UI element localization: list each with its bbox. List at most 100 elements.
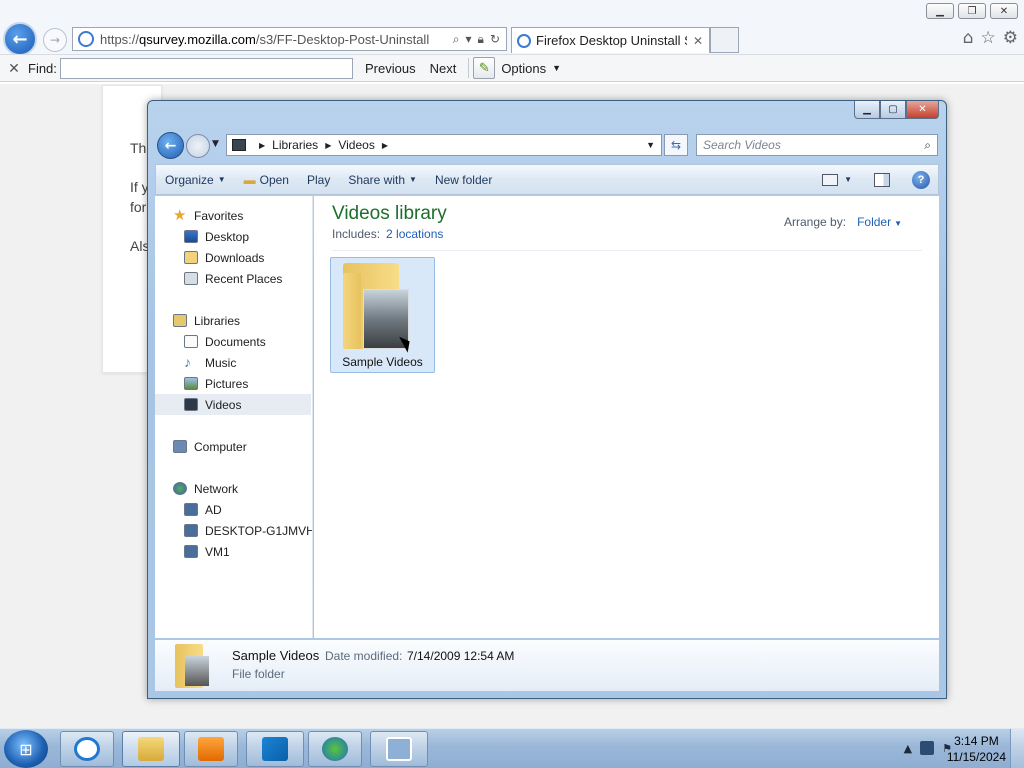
- details-date-label: Date modified:: [325, 649, 403, 663]
- back-button[interactable]: ←: [3, 22, 37, 56]
- explorer-minimize-button[interactable]: ▁: [854, 101, 880, 119]
- refresh-icon[interactable]: ↻: [490, 32, 500, 47]
- search-icon[interactable]: ⌕: [453, 32, 460, 47]
- taskbar-download-manager[interactable]: [308, 731, 362, 767]
- computer-icon: [173, 440, 187, 453]
- taskbar-windows-explorer[interactable]: [122, 731, 180, 767]
- nav-item-favorites[interactable]: ★ Favorites: [173, 205, 243, 226]
- address-bar[interactable]: https://qsurvey.mozilla.com/s3/FF-Deskto…: [72, 27, 507, 51]
- chevron-down-icon[interactable]: ▼: [844, 175, 852, 184]
- details-pane: Sample Videos Date modified: 7/14/2009 1…: [155, 639, 939, 691]
- explorer-forward-button[interactable]: [186, 134, 210, 158]
- recent-pages-icon[interactable]: ▼: [212, 139, 219, 149]
- nav-label: Favorites: [194, 208, 244, 223]
- new-folder-button[interactable]: New folder: [426, 165, 501, 194]
- open-button[interactable]: ▬ Open: [235, 165, 298, 194]
- share-with-button[interactable]: Share with ▼: [339, 165, 426, 194]
- explorer-window-controls: ▁ ▢ ✕: [854, 101, 939, 119]
- start-button[interactable]: ⊞: [4, 730, 48, 768]
- explorer-refresh-button[interactable]: ⇆: [664, 134, 688, 156]
- find-options-button[interactable]: ✎ Options ▼: [473, 57, 561, 79]
- explorer-maximize-button[interactable]: ▢: [880, 101, 906, 119]
- details-type: File folder: [232, 667, 285, 681]
- windows-logo-icon: ⊞: [19, 739, 33, 759]
- share-with-label: Share with: [348, 172, 406, 187]
- arrange-by-dropdown[interactable]: Folder: [857, 215, 891, 229]
- browser-tab[interactable]: Firefox Desktop Uninstall S... ✕: [511, 27, 710, 53]
- browser-window-controls: ▁ ❐ ✕: [926, 3, 1018, 19]
- folder-open-icon: ▬: [243, 172, 256, 187]
- nav-item-music[interactable]: ♪ Music: [184, 352, 236, 373]
- breadcrumb-libraries[interactable]: Libraries: [272, 138, 318, 152]
- nav-label: Downloads: [205, 250, 265, 265]
- close-button[interactable]: ✕: [990, 3, 1018, 19]
- breadcrumb-videos[interactable]: Videos: [338, 138, 374, 152]
- change-view-icon[interactable]: [822, 173, 839, 186]
- restore-button[interactable]: ❐: [958, 3, 986, 19]
- taskbar-control-panel[interactable]: [370, 731, 428, 767]
- find-next-button[interactable]: Next: [428, 61, 459, 76]
- nav-item-computer[interactable]: Computer: [173, 436, 247, 457]
- tab-close-icon[interactable]: ✕: [687, 34, 709, 48]
- clock[interactable]: 3:14 PM 11/15/2024: [947, 733, 1006, 765]
- film-icon: [184, 398, 198, 411]
- gear-icon[interactable]: ⚙: [1003, 28, 1018, 48]
- chevron-down-icon: ▼: [552, 63, 562, 73]
- nav-item-desktop-g1jmvha[interactable]: DESKTOP-G1JMVHA: [184, 520, 312, 541]
- show-hidden-icons-icon[interactable]: ▲: [904, 742, 912, 755]
- nav-item-ad[interactable]: AD: [184, 499, 222, 520]
- find-input[interactable]: [60, 57, 353, 79]
- taskbar-media-player[interactable]: [184, 731, 238, 767]
- chevron-down-icon[interactable]: ▼: [894, 219, 902, 228]
- network-tray-icon[interactable]: [920, 741, 935, 755]
- explorer-close-button[interactable]: ✕: [906, 101, 939, 119]
- recent-places-icon: [184, 272, 198, 285]
- taskbar-app[interactable]: [246, 731, 304, 767]
- nav-item-documents[interactable]: Documents: [184, 331, 266, 352]
- find-previous-button[interactable]: Previous: [363, 61, 418, 76]
- minimize-button[interactable]: ▁: [926, 3, 954, 19]
- explorer-address-bar[interactable]: ▶ Libraries ▶ Videos ▶ ▼: [226, 134, 662, 156]
- chevron-right-icon[interactable]: ▶: [325, 141, 331, 150]
- help-icon[interactable]: ?: [912, 170, 930, 189]
- search-placeholder: Search Videos: [703, 138, 781, 152]
- nav-item-desktop[interactable]: Desktop: [184, 226, 249, 247]
- organize-button[interactable]: Organize ▼: [156, 165, 235, 194]
- favorites-star-icon[interactable]: ☆: [981, 28, 996, 48]
- network-computer-icon: [184, 503, 198, 516]
- close-find-icon[interactable]: ✕: [0, 60, 28, 77]
- explorer-back-button[interactable]: ←: [157, 132, 184, 159]
- chevron-right-icon[interactable]: ▶: [259, 141, 265, 150]
- nav-item-videos[interactable]: Videos: [155, 394, 311, 415]
- new-tab-button[interactable]: [710, 27, 739, 53]
- explorer-search-box[interactable]: Search Videos ⌕: [696, 134, 938, 156]
- preview-pane-icon[interactable]: [874, 172, 890, 187]
- forward-button[interactable]: →: [43, 28, 67, 52]
- music-note-icon: ♪: [184, 354, 191, 370]
- home-icon[interactable]: ⌂: [963, 28, 974, 48]
- nav-item-network[interactable]: Network: [173, 478, 238, 499]
- taskbar-internet-explorer[interactable]: [60, 731, 114, 767]
- dropdown-icon[interactable]: ▾: [466, 32, 472, 47]
- show-desktop-button[interactable]: [1010, 729, 1024, 768]
- chevron-right-icon[interactable]: ▶: [382, 141, 388, 150]
- nav-item-downloads[interactable]: Downloads: [184, 247, 264, 268]
- nav-item-pictures[interactable]: Pictures: [184, 373, 248, 394]
- nav-label: AD: [205, 502, 222, 517]
- system-tray: ▲ ⚑: [904, 741, 952, 755]
- address-url[interactable]: https://qsurvey.mozilla.com/s3/FF-Deskto…: [100, 32, 453, 47]
- play-label: Play: [306, 172, 331, 187]
- explorer-window: ▁ ▢ ✕ ← ▼ ▶ Libraries ▶ Videos ▶ ▼ ⇆ Sea…: [147, 100, 947, 699]
- nav-item-vm1[interactable]: VM1: [184, 541, 230, 562]
- nav-item-libraries[interactable]: Libraries: [173, 310, 240, 331]
- find-options-label: Options: [501, 60, 547, 76]
- internet-explorer-icon: [74, 737, 100, 761]
- play-button[interactable]: Play: [298, 165, 339, 194]
- divider: [332, 250, 922, 251]
- folder-item-sample-videos[interactable]: Sample Videos: [330, 257, 435, 373]
- includes-locations-link[interactable]: 2 locations: [386, 227, 443, 241]
- details-name: Sample Videos: [232, 648, 320, 663]
- lock-icon[interactable]: 🔒︎: [478, 32, 484, 47]
- address-dropdown-icon[interactable]: ▼: [640, 140, 661, 150]
- nav-item-recent-places[interactable]: Recent Places: [184, 268, 282, 289]
